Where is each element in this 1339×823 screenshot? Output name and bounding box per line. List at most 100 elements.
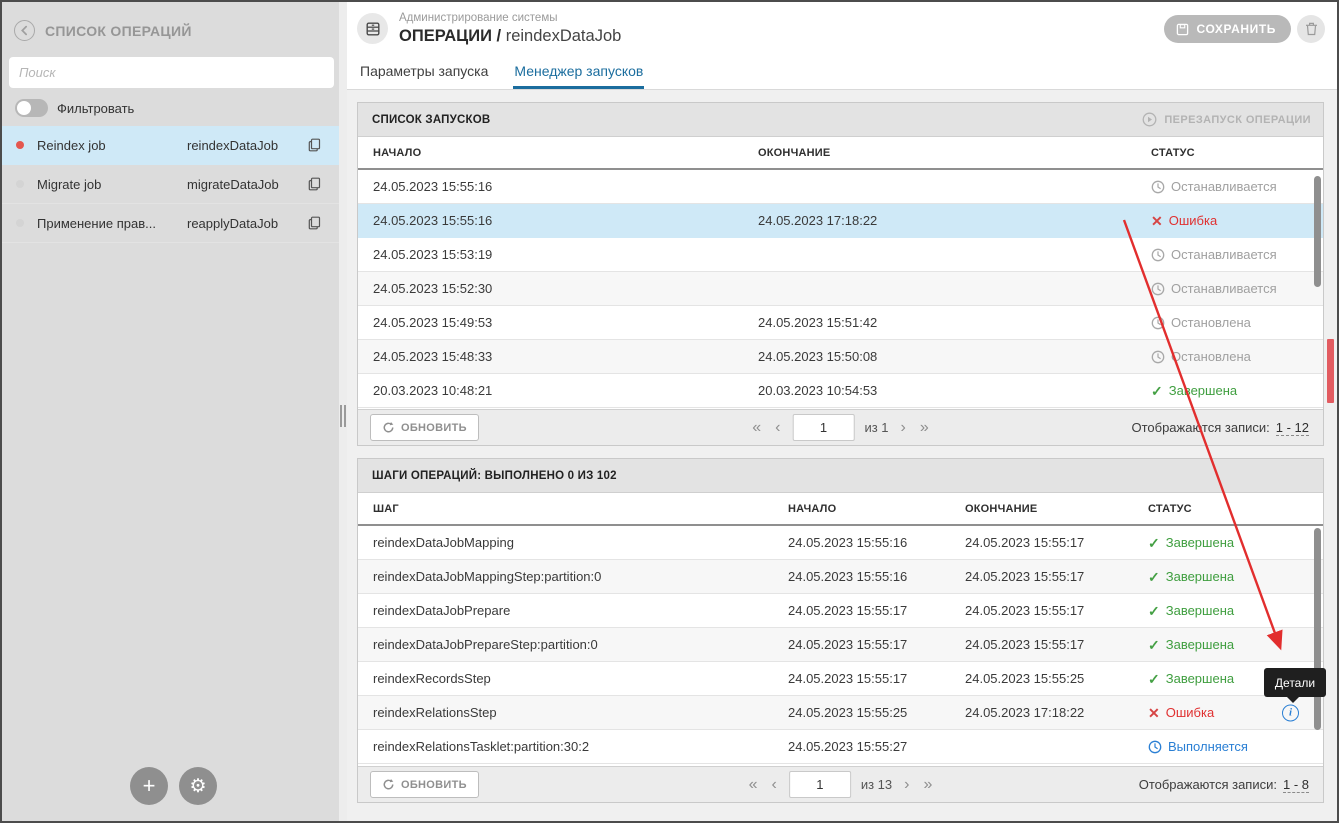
steps-table-row[interactable]: reindexDataJobMapping24.05.2023 15:55:16… [358,526,1323,560]
page-title: ОПЕРАЦИИ / reindexDataJob [399,27,621,46]
steps-table-row[interactable]: reindexDataJobPrepare24.05.2023 15:55:17… [358,594,1323,628]
step-end-cell: 24.05.2023 15:55:17 [950,535,1133,550]
step-start-cell: 24.05.2023 15:55:16 [773,535,950,550]
operations-module-icon [357,13,388,44]
copy-icon[interactable] [308,138,321,152]
trash-icon [1305,22,1318,36]
operation-name: Применение прав... [37,216,187,231]
runs-records-range[interactable]: 1 - 12 [1276,420,1309,436]
runs-table-row[interactable]: 20.03.2023 10:48:2120.03.2023 10:54:53✓З… [358,374,1323,408]
status-cell: ✕Ошибка [1136,213,1323,228]
runs-table-row[interactable]: 24.05.2023 15:49:5324.05.2023 15:51:42Ос… [358,306,1323,340]
run-end-cell: 24.05.2023 15:51:42 [743,315,1136,330]
runs-scrollbar[interactable] [1314,176,1321,287]
status-label: Завершена [1166,671,1234,686]
steps-pagination: ОБНОВИТЬ « ‹ из 13 › » Отображаются запи… [358,766,1323,802]
column-header-end: ОКОНЧАНИЕ [743,137,1136,168]
status-label: Останавливается [1171,247,1277,262]
copy-icon[interactable] [308,177,321,191]
prev-page-icon[interactable]: ‹ [770,777,779,793]
step-end-cell: 24.05.2023 15:55:17 [950,569,1133,584]
first-page-icon[interactable]: « [750,420,763,436]
steps-table-row[interactable]: reindexRelationsTasklet:partition:30:224… [358,730,1323,764]
step-name-cell: reindexDataJobPrepare [358,603,773,618]
tab-run-manager[interactable]: Менеджер запусков [513,57,644,89]
runs-table-row[interactable]: 24.05.2023 15:53:19Останавливается [358,238,1323,272]
sidebar-item-reindexDataJob[interactable]: Reindex jobreindexDataJob [2,126,339,165]
operation-code: migrateDataJob [187,177,308,192]
add-operation-button[interactable]: + [130,767,168,805]
filter-toggle[interactable] [15,99,48,117]
refresh-runs-button[interactable]: ОБНОВИТЬ [370,414,479,441]
steps-table-row[interactable]: reindexRecordsStep24.05.2023 15:55:1724.… [358,662,1323,696]
step-name-cell: reindexRelationsTasklet:partition:30:2 [358,739,773,754]
restart-operation-button[interactable]: ПЕРЕЗАПУСК ОПЕРАЦИИ [1142,112,1311,127]
steps-table-body: reindexDataJobMapping24.05.2023 15:55:16… [358,526,1323,766]
runs-table-row[interactable]: 24.05.2023 15:55:16Останавливается [358,170,1323,204]
step-end-cell: 24.05.2023 15:55:25 [950,671,1133,686]
status-cell: ✓Завершена [1133,603,1323,618]
refresh-steps-label: ОБНОВИТЬ [401,779,467,791]
runs-page-total: из 1 [864,420,888,435]
status-label: Останавливается [1171,281,1277,296]
details-tooltip: Детали [1264,668,1326,697]
step-start-cell: 24.05.2023 15:55:25 [773,705,950,720]
prev-page-icon[interactable]: ‹ [773,420,782,436]
scroll-position-marker [1327,339,1334,403]
steps-table-row[interactable]: reindexDataJobPrepareStep:partition:024.… [358,628,1323,662]
status-cross-icon: ✕ [1148,706,1160,720]
operation-code: reapplyDataJob [187,216,308,231]
run-end-cell: 24.05.2023 15:50:08 [743,349,1136,364]
steps-page-input[interactable] [789,771,851,798]
sidebar-item-reapplyDataJob[interactable]: Применение прав...reapplyDataJob [2,204,339,243]
operations-sidebar: СПИСОК ОПЕРАЦИЙ Фильтровать Reindex jobr… [2,2,339,821]
next-page-icon[interactable]: › [902,777,911,793]
steps-table-row[interactable]: reindexDataJobMappingStep:partition:024.… [358,560,1323,594]
steps-records-range[interactable]: 1 - 8 [1283,777,1309,793]
runs-table-row[interactable]: 24.05.2023 15:55:1624.05.2023 17:18:22✕О… [358,204,1323,238]
status-label: Завершена [1169,383,1237,398]
delete-button[interactable] [1297,15,1325,43]
tab-launch-parameters[interactable]: Параметры запуска [359,57,489,89]
steps-scrollbar[interactable] [1314,528,1321,730]
save-button[interactable]: СОХРАНИТЬ [1164,15,1291,43]
status-cell: Остановлена [1136,315,1323,330]
runs-table-body: 24.05.2023 15:55:16Останавливается24.05.… [358,170,1323,409]
sidebar-item-migrateDataJob[interactable]: Migrate jobmigrateDataJob [2,165,339,204]
status-label: Ошибка [1169,213,1217,228]
search-input[interactable] [9,57,334,88]
step-start-cell: 24.05.2023 15:55:17 [773,603,950,618]
last-page-icon[interactable]: » [921,777,934,793]
last-page-icon[interactable]: » [918,420,931,436]
steps-table-row[interactable]: reindexRelationsStep24.05.2023 15:55:252… [358,696,1323,730]
column-header-start: НАЧАЛО [773,493,950,524]
copy-icon[interactable] [308,216,321,230]
status-cell: ✓ Завершена [1136,383,1323,398]
step-start-cell: 24.05.2023 15:55:27 [773,739,950,754]
status-check-icon: ✓ [1151,384,1163,398]
status-label: Завершена [1166,535,1234,550]
run-start-cell: 24.05.2023 15:52:30 [358,281,743,296]
runs-table-row[interactable]: 24.05.2023 15:52:30 Останавливается [358,272,1323,306]
refresh-steps-button[interactable]: ОБНОВИТЬ [370,771,479,798]
collapse-sidebar-icon[interactable] [14,20,35,41]
runs-page-input[interactable] [792,414,854,441]
play-circle-icon [1142,112,1157,127]
operations-list: Reindex jobreindexDataJobMigrate jobmigr… [2,126,339,243]
status-clock-icon [1151,248,1165,262]
status-cell: Выполняется [1133,739,1323,754]
next-page-icon[interactable]: › [899,420,908,436]
run-start-cell: 24.05.2023 15:48:33 [358,349,743,364]
status-check-icon: ✓ [1148,570,1160,584]
settings-button[interactable]: ⚙ [179,767,217,805]
status-label: Остановлена [1171,315,1251,330]
splitter-handle-icon[interactable] [340,405,346,427]
run-start-cell: 24.05.2023 15:55:16 [358,179,743,194]
status-label: Остановлена [1171,349,1251,364]
runs-table-row[interactable]: 24.05.2023 15:48:3324.05.2023 15:50:08 Ос… [358,340,1323,374]
step-name-cell: reindexDataJobPrepareStep:partition:0 [358,637,773,652]
column-header-end: ОКОНЧАНИЕ [950,493,1133,524]
step-start-cell: 24.05.2023 15:55:16 [773,569,950,584]
first-page-icon[interactable]: « [747,777,760,793]
step-name-cell: reindexDataJobMapping [358,535,773,550]
